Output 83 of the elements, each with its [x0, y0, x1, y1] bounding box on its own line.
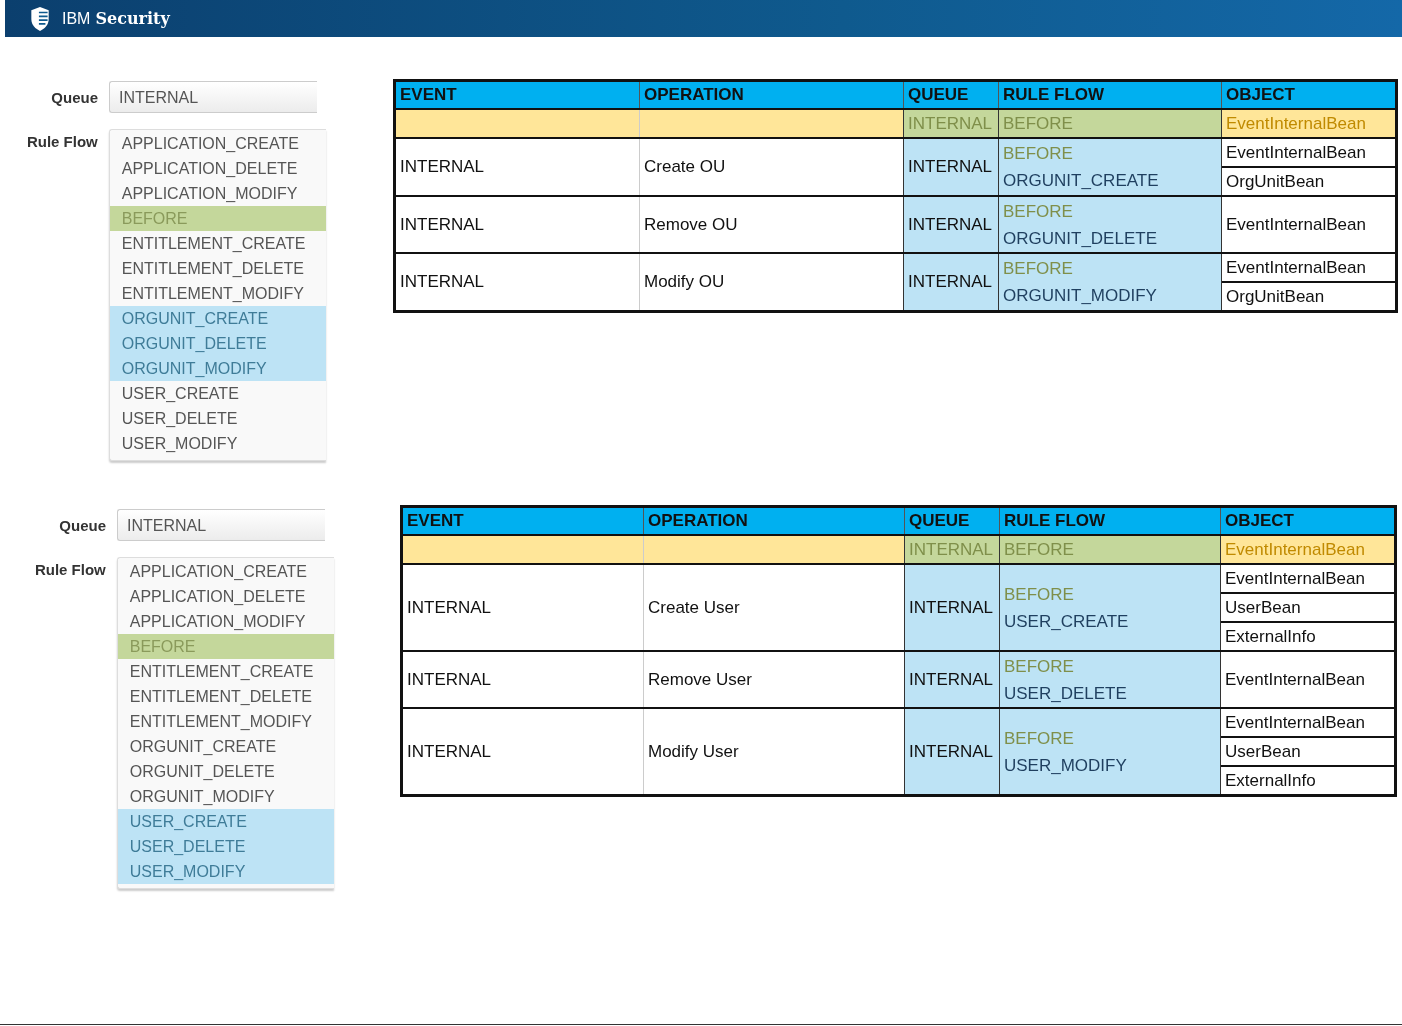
object-cell-text: EventInternalBean: [1224, 539, 1366, 561]
list-item[interactable]: ENTITLEMENT_CREATE: [109, 231, 326, 256]
rule-flow-text: BEFORE: [1004, 655, 1075, 678]
queue-field[interactable]: INTERNAL: [109, 81, 317, 113]
rule-flow-text: USER_CREATE: [1004, 610, 1130, 633]
object-cell: OrgUnitBean: [1222, 281, 1395, 310]
queue-field[interactable]: INTERNAL: [117, 509, 325, 541]
table-cell: INTERNAL: [903, 138, 999, 196]
list-item[interactable]: ORGUNIT_DELETE: [117, 759, 334, 784]
list-item[interactable]: APPLICATION_CREATE: [117, 559, 334, 584]
object-cell-text: EventInternalBean: [1225, 214, 1367, 236]
rule-flow-text: BEFORE: [1004, 727, 1075, 750]
table-cell: INTERNAL: [904, 564, 1000, 651]
list-item[interactable]: USER_DELETE: [109, 406, 326, 431]
column-header: RULE FLOW: [999, 506, 1221, 535]
rule-flow-text: USER_DELETE: [1004, 682, 1128, 705]
table-cell: INTERNAL: [401, 651, 644, 708]
table-cell: INTERNAL: [903, 196, 999, 253]
object-cell: UserBean: [1221, 736, 1394, 765]
list-item[interactable]: ENTITLEMENT_DELETE: [117, 684, 334, 709]
rule-flow-label: Rule Flow: [33, 561, 106, 578]
list-item[interactable]: APPLICATION_DELETE: [117, 584, 334, 609]
table-cell: Create OU: [639, 138, 904, 196]
object-cell: ExternalInfo: [1221, 621, 1394, 650]
list-item[interactable]: ENTITLEMENT_CREATE: [117, 659, 334, 684]
shield-logo-icon: [29, 5, 51, 32]
table-cell: Remove OU: [639, 196, 904, 253]
rule-flow-label: Rule Flow: [25, 133, 98, 150]
column-header: QUEUE: [903, 80, 999, 109]
rule-flow-text: BEFORE: [1003, 258, 1074, 280]
object-cell: ExternalInfo: [1221, 765, 1394, 794]
table-cell: Remove User: [643, 651, 905, 708]
queue-label: Queue: [50, 88, 98, 106]
column-header: QUEUE: [904, 506, 1000, 535]
rule-flow-text: BEFORE: [1004, 583, 1075, 606]
rule-flow-text: ORGUNIT_MODIFY: [1003, 285, 1158, 307]
column-header: OBJECT: [1220, 506, 1396, 535]
table-cell: INTERNAL: [394, 253, 640, 312]
object-cell-text: EventInternalBean: [1224, 669, 1366, 691]
column-header: OPERATION: [639, 80, 904, 109]
list-item[interactable]: ORGUNIT_MODIFY: [117, 784, 334, 809]
column-header: RULE FLOW: [998, 80, 1222, 109]
table-cell: INTERNAL: [394, 138, 640, 196]
list-item[interactable]: USER_MODIFY: [109, 431, 326, 456]
object-cell-text: EventInternalBean: [1224, 712, 1366, 734]
table-cell: INTERNAL: [904, 708, 1000, 796]
table-cell: INTERNAL: [401, 708, 644, 796]
rule-flow-text: ORGUNIT_DELETE: [1003, 227, 1158, 250]
object-cell: UserBean: [1221, 592, 1394, 621]
list-item[interactable]: ORGUNIT_CREATE: [117, 734, 334, 759]
object-cell-text: EventInternalBean: [1225, 257, 1367, 279]
table-cell: INTERNAL: [903, 253, 999, 312]
rule-flow-text: ORGUNIT_CREATE: [1003, 170, 1160, 192]
list-item[interactable]: ENTITLEMENT_MODIFY: [109, 281, 326, 306]
object-cell-text: EventInternalBean: [1225, 113, 1367, 135]
list-item[interactable]: ENTITLEMENT_DELETE: [109, 256, 326, 281]
rule-flow-text: BEFORE: [1003, 200, 1074, 223]
rule-flow-text: USER_MODIFY: [1004, 754, 1128, 777]
list-item[interactable]: APPLICATION_DELETE: [109, 156, 326, 181]
list-item[interactable]: APPLICATION_MODIFY: [117, 609, 334, 634]
table-cell: INTERNAL: [904, 535, 1000, 564]
column-header: OPERATION: [643, 506, 905, 535]
rule-flow-text: BEFORE: [1003, 143, 1074, 165]
column-header: EVENT: [401, 506, 644, 535]
object-cell: OrgUnitBean: [1222, 166, 1395, 195]
table-cell: INTERNAL: [904, 651, 1000, 708]
list-item[interactable]: APPLICATION_CREATE: [109, 131, 326, 156]
table-cell: INTERNAL: [903, 109, 999, 138]
column-header: EVENT: [394, 80, 640, 109]
brand-name: IBM: [62, 9, 91, 28]
table-cell: INTERNAL: [394, 196, 640, 253]
queue-label: Queue: [58, 516, 106, 534]
object-cell-text: EventInternalBean: [1224, 568, 1366, 590]
rule-flow-text: BEFORE: [1004, 539, 1075, 561]
list-item[interactable]: APPLICATION_MODIFY: [109, 181, 326, 206]
table-cell: Modify OU: [639, 253, 904, 312]
column-header: OBJECT: [1221, 80, 1397, 109]
product-name: Security: [95, 9, 170, 28]
list-item[interactable]: ENTITLEMENT_MODIFY: [117, 709, 334, 734]
rule-flow-text: BEFORE: [1003, 113, 1074, 135]
table-cell: INTERNAL: [401, 564, 644, 651]
list-item[interactable]: USER_CREATE: [109, 381, 326, 406]
object-cell-text: EventInternalBean: [1225, 142, 1367, 164]
